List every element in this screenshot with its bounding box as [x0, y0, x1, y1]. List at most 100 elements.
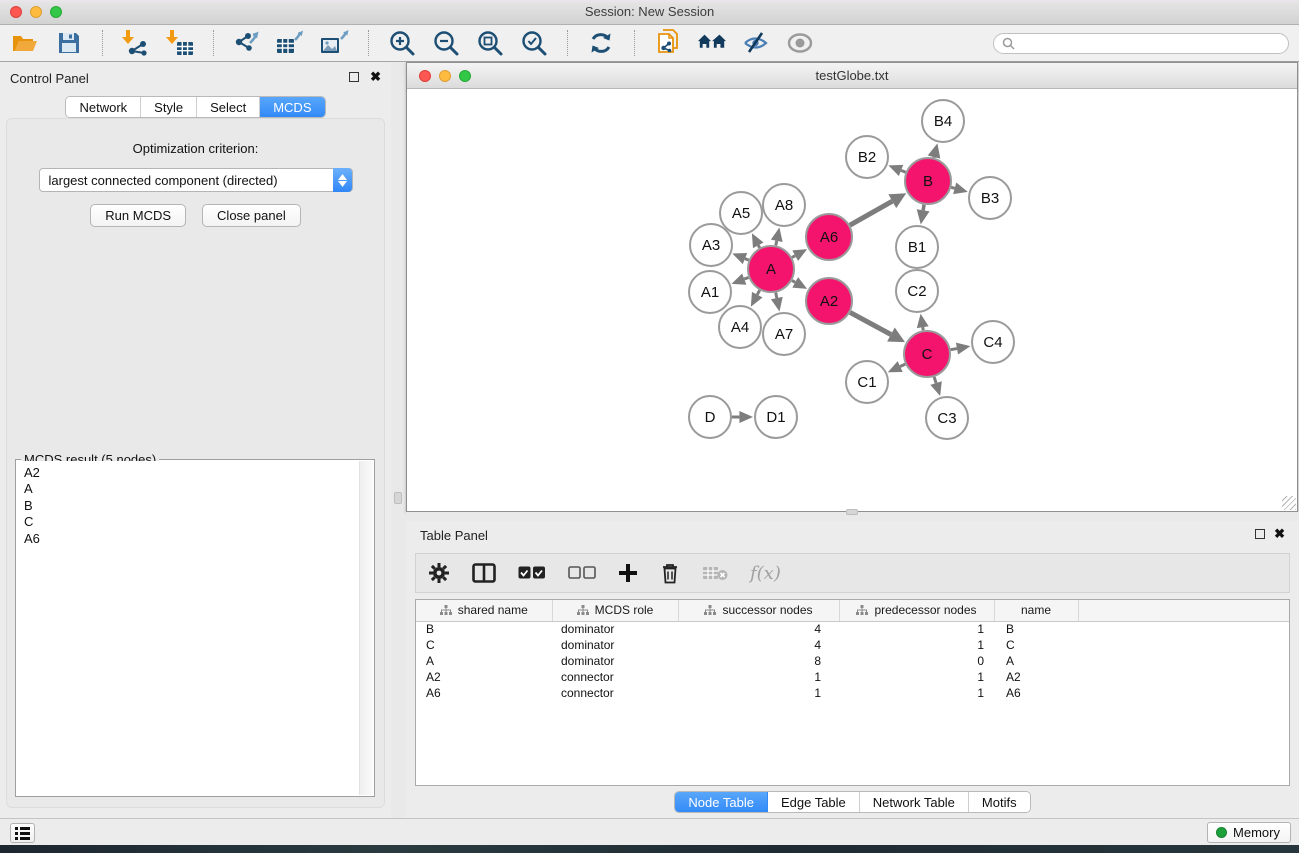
export-image-icon[interactable] [320, 29, 350, 57]
show-panels-icon[interactable] [785, 29, 815, 57]
table-cell[interactable]: 8 [678, 653, 839, 669]
table-cell[interactable]: A [416, 653, 552, 669]
save-session-icon[interactable] [54, 29, 84, 57]
criterion-dropdown[interactable]: largest connected component (directed) [39, 168, 353, 192]
zoom-out-icon[interactable] [431, 29, 461, 57]
import-table-icon[interactable] [165, 29, 195, 57]
graph-edge-A-A6[interactable] [792, 256, 795, 258]
mcds-result-list[interactable]: A2ABCA6 [17, 461, 359, 795]
mcds-result-item[interactable]: C [24, 514, 359, 530]
table-tab-motifs[interactable]: Motifs [969, 792, 1030, 812]
graph-edge-A-A5[interactable] [758, 245, 759, 248]
table-cell[interactable]: A2 [994, 669, 1078, 685]
float-panel-icon[interactable] [349, 72, 359, 82]
clone-network-icon[interactable] [653, 29, 683, 57]
export-network-icon[interactable] [232, 29, 262, 57]
table-cell[interactable]: A6 [994, 685, 1078, 701]
graph-edge-A-A7[interactable] [776, 293, 777, 299]
column-header-shared-name[interactable]: shared name [416, 600, 552, 621]
hide-panels-icon[interactable] [741, 29, 771, 57]
table-cell[interactable]: A [994, 653, 1078, 669]
table-close-icon[interactable]: ✖ [1274, 526, 1285, 542]
function-builder-icon[interactable]: f(x) [750, 563, 781, 584]
zoom-selected-icon[interactable] [519, 29, 549, 57]
column-header-name[interactable]: name [994, 600, 1078, 621]
tab-mcds[interactable]: MCDS [260, 97, 324, 117]
close-panel-icon[interactable]: ✖ [370, 69, 381, 85]
table-row[interactable]: Cdominator41C [416, 637, 1289, 653]
table-cell[interactable]: connector [552, 685, 678, 701]
column-header-predecessor-nodes[interactable]: predecessor nodes [839, 600, 994, 621]
search-input[interactable] [1019, 35, 1280, 52]
table-cell[interactable]: 1 [839, 685, 994, 701]
zoom-fit-icon[interactable] [475, 29, 505, 57]
graph-edge-A6-B[interactable] [850, 201, 892, 225]
table-tab-node-table[interactable]: Node Table [675, 792, 768, 812]
network-window-titlebar[interactable]: testGlobe.txt [407, 63, 1297, 89]
deselect-all-icon[interactable] [568, 566, 596, 580]
table-cell[interactable]: C [416, 637, 552, 653]
window-resize-grip[interactable] [1282, 496, 1296, 510]
table-cell[interactable]: dominator [552, 637, 678, 653]
memory-button[interactable]: Memory [1207, 822, 1291, 843]
tab-select[interactable]: Select [197, 97, 260, 117]
mcds-result-item[interactable]: B [24, 498, 359, 514]
table-cell[interactable]: 1 [678, 685, 839, 701]
mcds-result-item[interactable]: A6 [24, 531, 359, 547]
graph-edge-B-B1[interactable] [923, 205, 924, 211]
open-session-icon[interactable] [10, 29, 40, 57]
tab-network[interactable]: Network [66, 97, 141, 117]
table-row[interactable]: Adominator80A [416, 653, 1289, 669]
graph-edge-C-C3[interactable] [934, 377, 936, 383]
horizontal-split-grip[interactable] [846, 509, 858, 515]
network-canvas[interactable]: B4B2BB3A8A5A6A3B1AC2A1A2A4A7C4CC1DD1C3 [407, 89, 1297, 511]
table-cell[interactable]: B [416, 621, 552, 637]
home-icon[interactable] [697, 29, 727, 57]
graph-edge-A-A2[interactable] [792, 281, 795, 283]
table-tab-network-table[interactable]: Network Table [860, 792, 969, 812]
export-table-icon[interactable] [276, 29, 306, 57]
table-float-icon[interactable] [1255, 529, 1265, 539]
add-column-icon[interactable] [618, 563, 638, 583]
column-header-successor-nodes[interactable]: successor nodes [678, 600, 839, 621]
table-cell[interactable]: C [994, 637, 1078, 653]
graph-edge-C-C1[interactable] [900, 364, 905, 366]
table-cell[interactable]: 4 [678, 621, 839, 637]
table-cell[interactable]: 4 [678, 637, 839, 653]
mcds-result-item[interactable]: A2 [24, 465, 359, 481]
table-cell[interactable]: 1 [678, 669, 839, 685]
graph-edge-B-B3[interactable] [951, 187, 955, 188]
network-graph[interactable]: B4B2BB3A8A5A6A3B1AC2A1A2A4A7C4CC1DD1C3 [407, 89, 1297, 511]
horizontal-split-divider[interactable] [406, 512, 1299, 521]
graph-edge-C-C4[interactable] [951, 349, 957, 350]
mcds-result-item[interactable]: A [24, 481, 359, 497]
delete-column-icon[interactable] [660, 562, 680, 584]
table-row[interactable]: A2connector11A2 [416, 669, 1289, 685]
table-row[interactable]: A6connector11A6 [416, 685, 1289, 701]
table-cell[interactable]: 0 [839, 653, 994, 669]
vertical-split-grip[interactable] [394, 492, 402, 504]
table-cell[interactable]: dominator [552, 653, 678, 669]
delete-table-icon[interactable] [702, 565, 728, 581]
table-cell[interactable]: A2 [416, 669, 552, 685]
result-scrollbar[interactable] [359, 461, 373, 795]
graph-edge-A-A8[interactable] [776, 241, 777, 246]
task-history-button[interactable] [10, 823, 35, 843]
table-cell[interactable]: B [994, 621, 1078, 637]
search-field[interactable] [993, 33, 1289, 54]
graph-edge-A-A3[interactable] [745, 259, 749, 260]
table-cell[interactable]: 1 [839, 621, 994, 637]
settings-gear-icon[interactable] [428, 562, 450, 584]
refresh-icon[interactable] [586, 29, 616, 57]
graph-edge-A2-C[interactable] [850, 312, 891, 334]
column-header-MCDS-role[interactable]: MCDS role [552, 600, 678, 621]
table-cell[interactable]: 1 [839, 637, 994, 653]
split-view-icon[interactable] [472, 563, 496, 583]
zoom-in-icon[interactable] [387, 29, 417, 57]
graph-edge-A-A4[interactable] [757, 290, 759, 295]
table-cell[interactable]: A6 [416, 685, 552, 701]
run-mcds-button[interactable]: Run MCDS [90, 204, 186, 227]
table-tab-edge-table[interactable]: Edge Table [768, 792, 860, 812]
select-all-icon[interactable] [518, 566, 546, 580]
table-row[interactable]: Bdominator41B [416, 621, 1289, 637]
